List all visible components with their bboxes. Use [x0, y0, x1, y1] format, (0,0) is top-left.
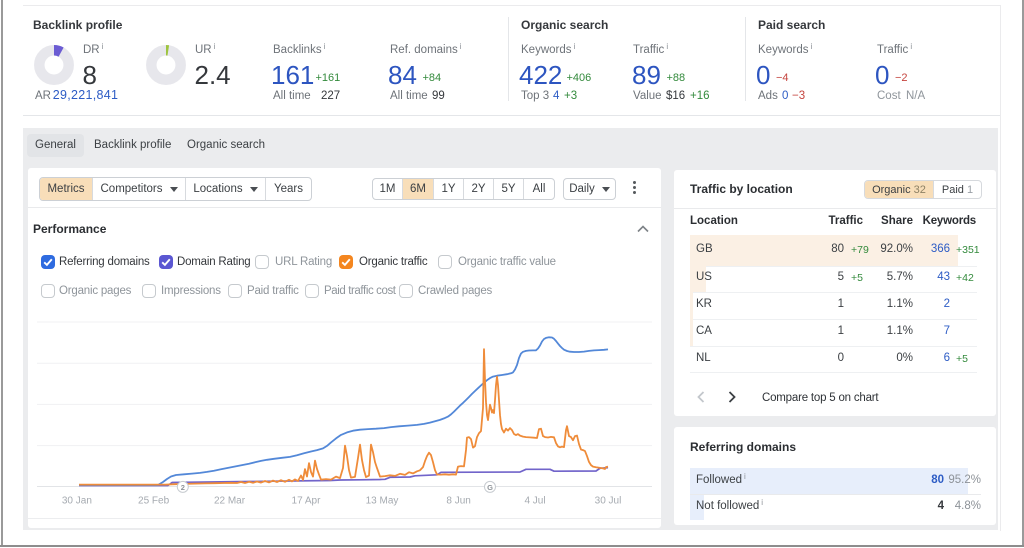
svg-text:17 Apr: 17 Apr [292, 496, 322, 507]
svg-text:25 Feb: 25 Feb [138, 496, 170, 507]
svg-text:13 May: 13 May [366, 496, 399, 507]
svg-text:22 Mar: 22 Mar [214, 496, 246, 507]
svg-text:G: G [487, 483, 493, 492]
svg-text:8 Jun: 8 Jun [446, 496, 470, 507]
svg-text:4 Jul: 4 Jul [524, 496, 545, 507]
svg-text:30 Jan: 30 Jan [62, 496, 92, 507]
svg-text:2: 2 [181, 483, 185, 492]
svg-text:30 Jul: 30 Jul [595, 496, 622, 507]
